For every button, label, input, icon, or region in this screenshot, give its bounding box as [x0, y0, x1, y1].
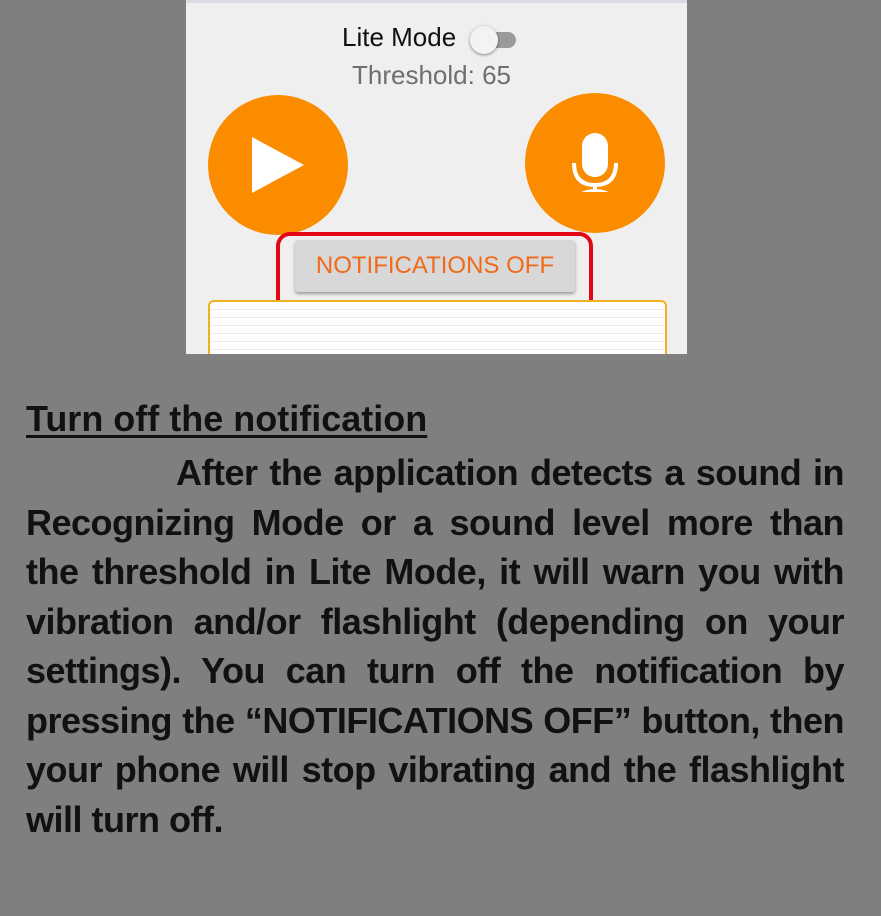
microphone-icon — [572, 133, 618, 192]
lite-mode-label: Lite Mode — [342, 22, 457, 52]
section-heading: Turn off the notification — [26, 398, 428, 439]
top-divider — [186, 0, 687, 3]
microphone-button[interactable] — [525, 93, 665, 233]
play-icon — [252, 137, 304, 193]
instruction-paragraph: After the application detects a sound in… — [26, 452, 845, 840]
threshold-label: Threshold: 65 — [352, 60, 511, 90]
lite-mode-toggle[interactable] — [470, 26, 520, 54]
app-screenshot: Lite Mode Threshold: 65 NOTIFICATIONS OF… — [186, 0, 687, 354]
lined-panel — [208, 300, 667, 354]
toggle-thumb — [470, 26, 498, 54]
play-button[interactable] — [208, 95, 348, 235]
notifications-off-button[interactable]: NOTIFICATIONS OFF — [295, 240, 575, 292]
